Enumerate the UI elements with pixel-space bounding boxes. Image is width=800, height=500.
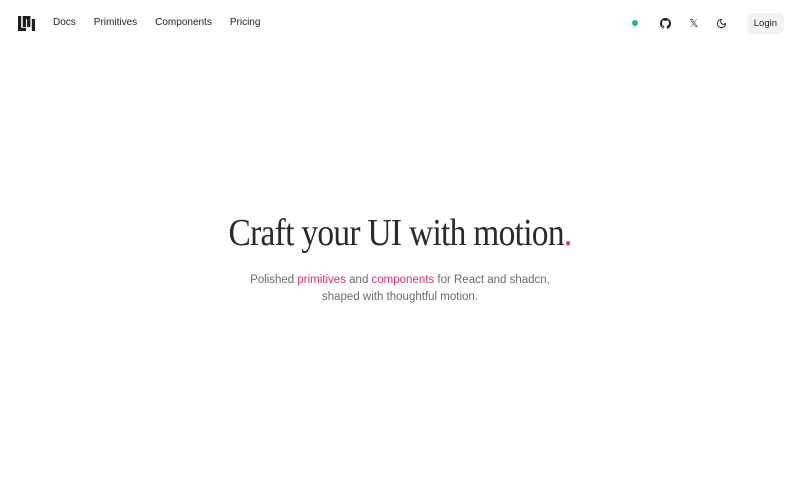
top-navbar: Docs Primitives Components Pricing 𝕏 Log… [0, 0, 800, 46]
nav-link-pricing[interactable]: Pricing [230, 18, 261, 28]
nav-link-primitives[interactable]: Primitives [94, 18, 137, 28]
hero: Craft your UI with motion. Polished prim… [0, 208, 800, 306]
hero-title: Craft your UI with motion. [48, 208, 752, 258]
login-button[interactable]: Login [746, 12, 784, 34]
hero-title-dot: . [563, 212, 572, 254]
status-indicator [631, 20, 638, 26]
primitives-link[interactable]: primitives [297, 274, 346, 286]
page: Docs Primitives Components Pricing 𝕏 Log… [0, 0, 800, 500]
x-icon[interactable]: 𝕏 [687, 16, 701, 30]
hero-sub-part3: for React and shadcn, [434, 274, 550, 286]
header-actions: 𝕏 Login [631, 12, 784, 34]
hero-sub-line2: shaped with thoughtful motion. [322, 291, 478, 303]
hero-sub-part2: and [345, 274, 372, 286]
main-nav: Docs Primitives Components Pricing [53, 18, 278, 28]
moon-icon[interactable] [715, 16, 729, 30]
components-link[interactable]: components [372, 274, 435, 286]
hero-sub-part1: Polished [250, 274, 298, 286]
nav-link-docs[interactable]: Docs [53, 18, 76, 28]
github-icon[interactable] [659, 16, 673, 30]
hero-title-text: Craft your UI with motion [228, 212, 564, 254]
logo-icon[interactable] [18, 15, 35, 31]
hero-subtitle: Polished primitives and components for R… [0, 272, 800, 306]
x-glyph: 𝕏 [689, 16, 699, 30]
nav-link-components[interactable]: Components [155, 18, 212, 28]
